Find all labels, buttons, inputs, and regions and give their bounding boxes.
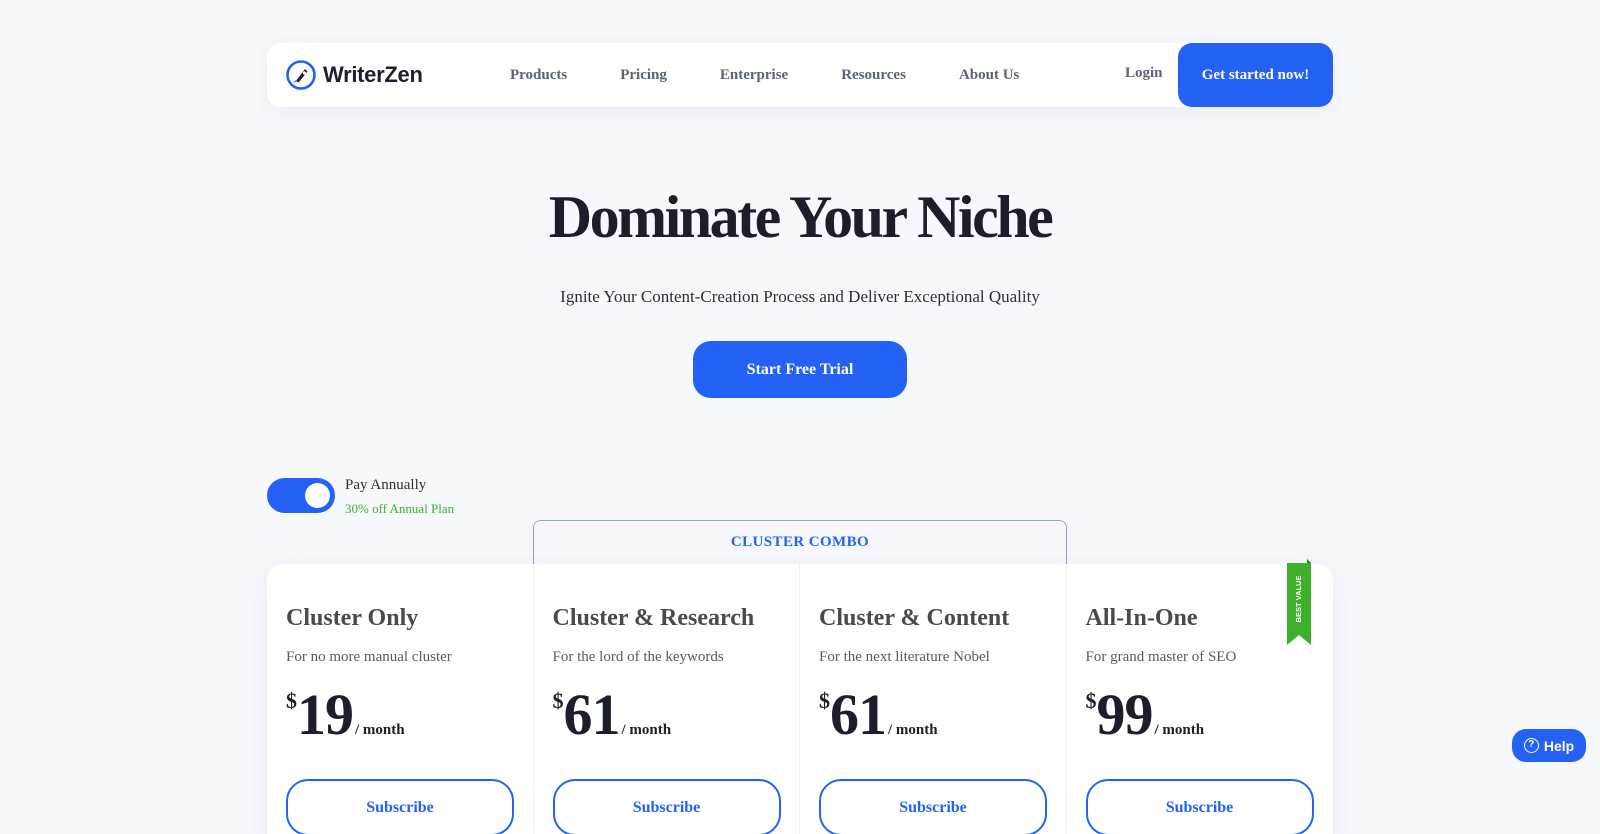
price-period: / month [355,722,405,738]
hero-subtitle: Ignite Your Content-Creation Process and… [560,287,1040,306]
help-button[interactable]: ? Help [1512,729,1586,762]
plan-price: $ 99 / month [1086,686,1205,744]
price-amount: 19 [297,682,354,747]
nav-products[interactable]: Products [510,67,567,84]
brand-name: WriterZen [323,62,423,87]
plan-description: For no more manual cluster [286,649,452,665]
plan-card-cluster-research: Cluster & Research For the lord of the k… [534,564,800,834]
annual-discount-note: 30% off Annual Plan [345,501,455,516]
plan-price: $ 61 / month [553,686,672,744]
subscribe-button-cluster-only[interactable]: Subscribe [286,779,514,834]
cluster-combo-group: CLUSTER COMBO [533,520,1067,568]
nav-pricing[interactable]: Pricing [620,67,667,84]
cluster-combo-label: CLUSTER COMBO [730,534,870,550]
main-nav: Products Pricing Enterprise Resources Ab… [510,43,1072,107]
login-link[interactable]: Login [1125,65,1163,82]
price-period: / month [621,722,672,738]
plan-description: For the lord of the keywords [552,649,724,665]
question-circle-icon: ? [1523,738,1539,753]
get-started-button[interactable]: Get started now! [1178,43,1333,107]
price-amount: 99 [1096,682,1154,747]
plan-description: For grand master of SEO [1085,649,1237,665]
price-period: / month [1154,722,1205,738]
price-amount: 61 [830,682,887,747]
plan-name: All-In-One [1085,605,1198,631]
pay-annually-label: Pay Annually [345,477,427,493]
plan-name: Cluster & Content [819,605,1010,631]
price-currency: $ [286,688,297,713]
start-free-trial-button[interactable]: Start Free Trial [693,341,907,398]
price-currency: $ [552,688,564,713]
price-period: / month [888,722,938,738]
nav-resources[interactable]: Resources [841,67,906,84]
price-currency: $ [1085,688,1097,713]
plan-description: For the next literature Nobel [819,649,990,665]
best-value-ribbon: BEST VALUE [1287,559,1311,645]
best-value-ribbon-text: BEST VALUE [1294,576,1303,623]
nav-about-us[interactable]: About Us [959,67,1019,84]
plan-name: Cluster & Research [552,605,755,631]
subscribe-button-cluster-content[interactable]: Subscribe [819,779,1047,834]
toggle-knob [305,483,330,508]
top-navbar: WriterZen Products Pricing Enterprise Re… [267,43,1333,107]
help-label: Help [1543,737,1575,754]
plan-card-cluster-only: Cluster Only For no more manual cluster … [267,564,534,834]
price-amount: 61 [563,682,621,747]
plan-price: $ 61 / month [819,686,938,744]
plan-card-cluster-content: Cluster & Content For the next literatur… [800,564,1067,834]
subscribe-button-cluster-research[interactable]: Subscribe [552,779,781,834]
nav-enterprise[interactable]: Enterprise [720,67,788,84]
subscribe-button-all-in-one[interactable]: Subscribe [1085,779,1314,834]
hero-title: Dominate Your Niche [548,184,1054,250]
price-currency: $ [819,688,830,713]
pay-annually-toggle[interactable] [267,478,335,513]
writerzen-logo-icon [286,60,316,90]
pricing-cards: Cluster Only For no more manual cluster … [267,564,1333,834]
brand-logo[interactable]: WriterZen [285,59,423,91]
plan-price: $ 19 / month [286,686,405,744]
plan-name: Cluster Only [286,605,419,631]
